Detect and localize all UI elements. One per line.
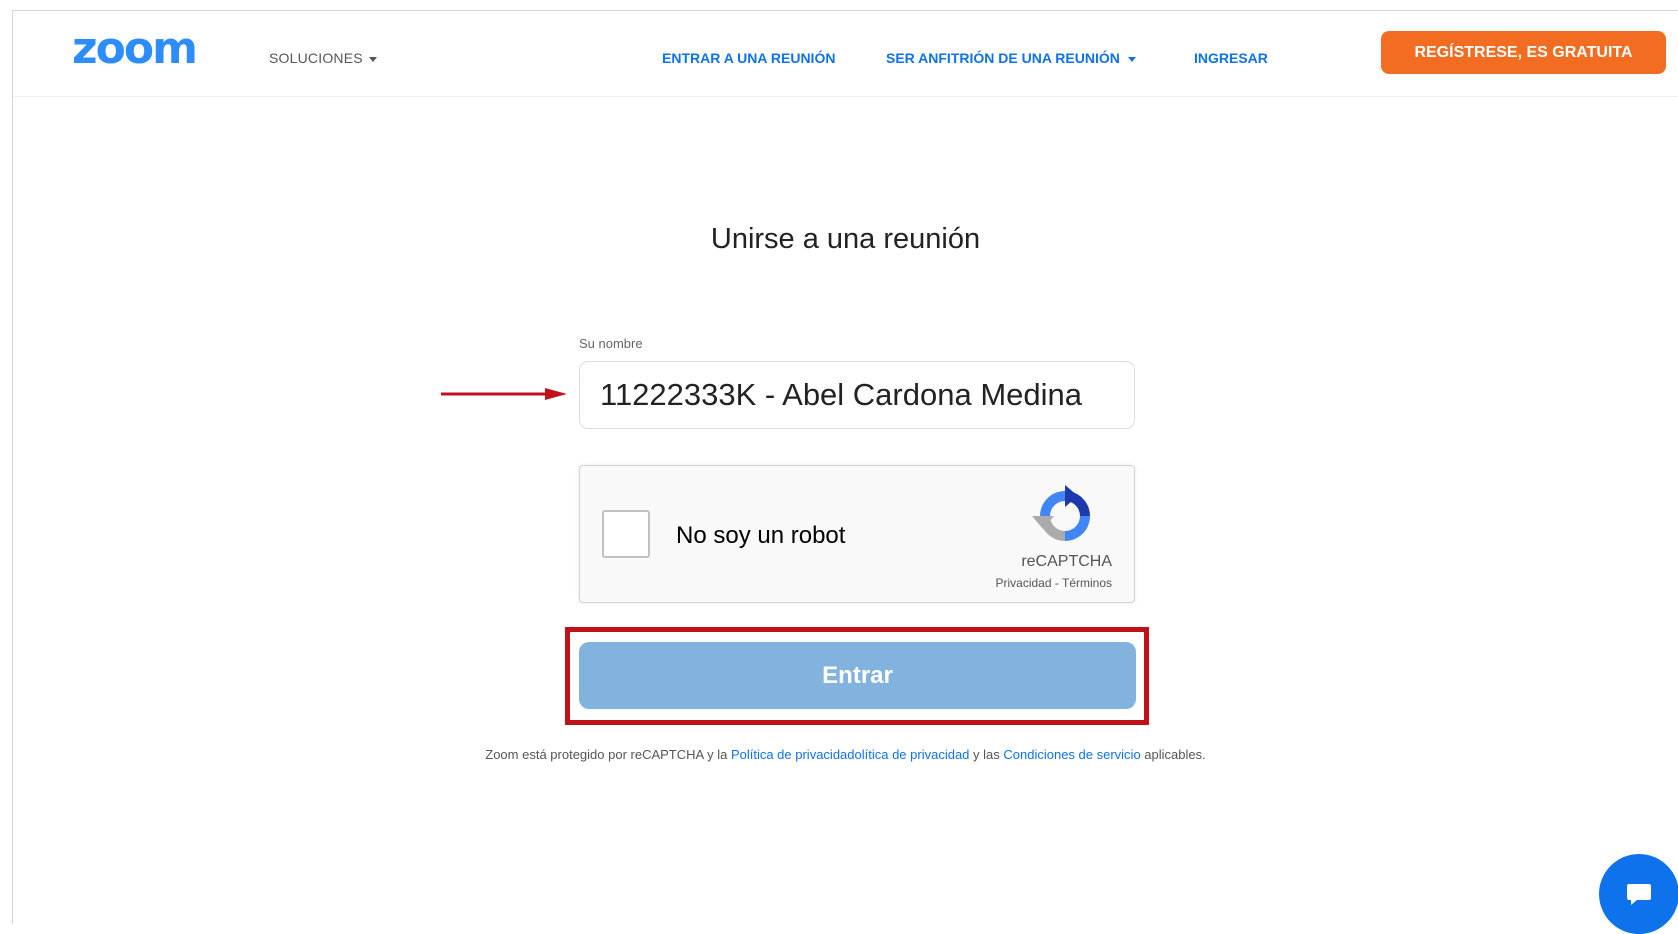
nav-sign-in[interactable]: INGRESAR [1194,50,1268,66]
legal-middle: y las [969,747,1004,762]
recaptcha-logo-icon [1032,485,1090,541]
recaptcha-links: Privacidad - Términos [996,576,1113,590]
recaptcha-separator: - [1051,576,1062,590]
nav-solutions-menu[interactable]: SOLUCIONES [269,50,377,66]
nav-solutions-label: SOLUCIONES [269,50,363,66]
name-input[interactable] [579,361,1135,429]
recaptcha-widget: No soy un robot reCAPTCHA Privacidad - T… [579,465,1135,603]
page-frame: zoom SOLUCIONES ENTRAR A UNA REUNIÓN SER… [12,10,1678,934]
chevron-down-icon [1127,56,1136,62]
recaptcha-label: No soy un robot [676,522,846,549]
nav-host-meeting[interactable]: SER ANFITRIÓN DE UNA REUNIÓN [886,50,1136,66]
signup-button[interactable]: REGÍSTRESE, ES GRATUITA [1381,31,1666,74]
page-title: Unirse a una reunión [710,223,981,255]
chat-button[interactable] [1599,854,1678,934]
nav-join-label: ENTRAR A UNA REUNIÓN [662,50,836,66]
zoom-logo[interactable]: zoom [72,25,198,73]
legal-notice: Zoom está protegido por reCAPTCHA y la P… [13,747,1678,762]
recaptcha-terms-link[interactable]: Términos [1062,576,1112,590]
terms-of-service-link[interactable]: Condiciones de servicio [1003,747,1140,762]
nav-signin-label: INGRESAR [1194,50,1268,66]
chevron-down-icon [368,56,377,62]
recaptcha-checkbox[interactable] [602,510,650,558]
chat-bubble-icon [1627,884,1651,905]
legal-prefix: Zoom está protegido por reCAPTCHA y la [485,747,731,762]
nav-host-label: SER ANFITRIÓN DE UNA REUNIÓN [886,50,1120,66]
nav-join-meeting[interactable]: ENTRAR A UNA REUNIÓN [662,50,835,66]
name-field-label: Su nombre [579,336,643,351]
privacy-policy-link[interactable]: Política de privacidadolítica de privaci… [731,747,969,762]
enter-button[interactable]: Entrar [579,642,1136,709]
top-nav: zoom SOLUCIONES ENTRAR A UNA REUNIÓN SER… [13,11,1678,97]
legal-suffix: aplicables. [1140,747,1206,762]
recaptcha-brand: reCAPTCHA [1021,553,1112,570]
recaptcha-privacy-link[interactable]: Privacidad [996,576,1052,590]
arrow-right-icon [441,388,567,400]
